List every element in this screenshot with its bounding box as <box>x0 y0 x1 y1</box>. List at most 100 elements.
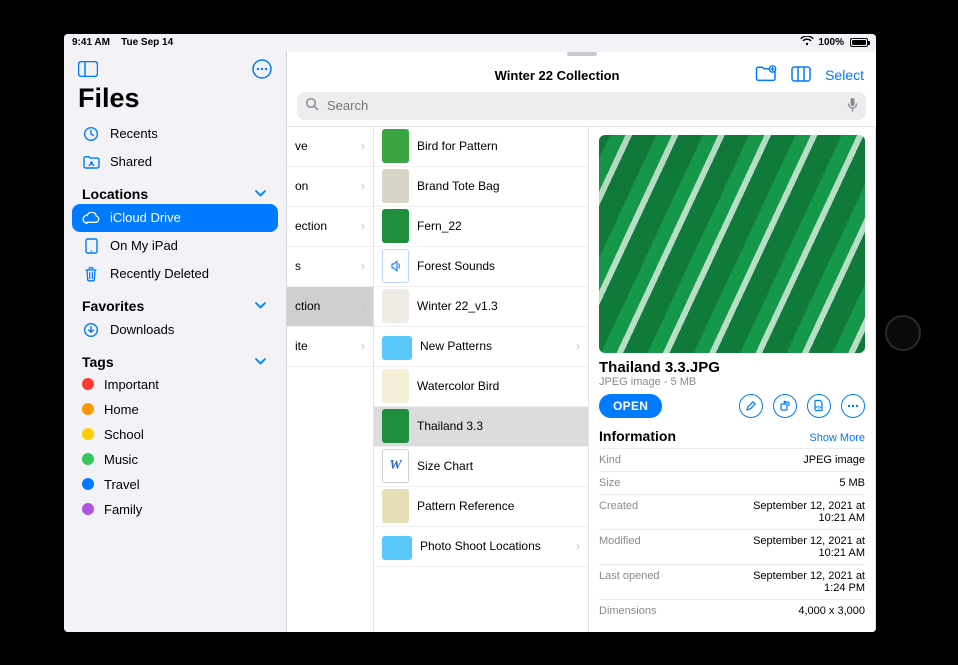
info-value: 5 MB <box>839 477 865 489</box>
sidebar-tag-home[interactable]: Home <box>72 397 278 422</box>
home-button[interactable] <box>885 315 921 351</box>
image-thumb <box>382 209 409 243</box>
sidebar-more-icon[interactable] <box>250 57 274 81</box>
search-bar[interactable] <box>297 92 866 120</box>
row-label: Bird for Pattern <box>417 139 498 153</box>
status-date: Tue Sep 14 <box>121 37 173 48</box>
mic-icon[interactable] <box>847 97 858 115</box>
sidebar-section-favorites[interactable]: Favorites <box>72 288 278 316</box>
row-label: Thailand 3.3 <box>417 419 483 433</box>
info-key: Last opened <box>599 570 660 594</box>
sidebar-on-my-ipad[interactable]: On My iPad <box>72 232 278 260</box>
sidebar-tag-important[interactable]: Important <box>72 372 278 397</box>
file-row[interactable]: Winter 22_v1.3 <box>374 287 588 327</box>
sidebar-section-locations[interactable]: Locations <box>72 176 278 204</box>
search-input[interactable] <box>325 97 841 114</box>
sidebar-tag-family[interactable]: Family <box>72 497 278 522</box>
image-thumb <box>382 129 409 163</box>
info-heading: Information <box>599 428 676 444</box>
pdf-icon[interactable]: PDF <box>807 394 831 418</box>
battery-icon <box>848 38 868 47</box>
tag-dot-icon <box>82 503 94 515</box>
new-folder-icon[interactable] <box>755 65 777 85</box>
sidebar-icloud-drive[interactable]: iCloud Drive <box>72 204 278 232</box>
info-row: CreatedSeptember 12, 2021 at 10:21 AM <box>599 494 865 529</box>
row-label: ction <box>295 299 320 313</box>
open-button[interactable]: OPEN <box>599 394 662 418</box>
sidebar: Files Recents Shared <box>64 52 287 632</box>
tag-dot-icon <box>82 378 94 390</box>
sidebar-tag-travel[interactable]: Travel <box>72 472 278 497</box>
chevron-right-icon: › <box>361 139 365 153</box>
view-mode-icon[interactable] <box>791 66 811 85</box>
file-title: Thailand 3.3.JPG <box>599 359 865 376</box>
file-row[interactable]: Forest Sounds <box>374 247 588 287</box>
sidebar-recently-deleted[interactable]: Recently Deleted <box>72 260 278 288</box>
info-value: September 12, 2021 at 10:21 AM <box>745 535 865 559</box>
file-row[interactable]: New Patterns› <box>374 327 588 367</box>
row-label: Photo Shoot Locations <box>420 539 541 553</box>
sidebar-title: Files <box>64 83 286 120</box>
file-row[interactable]: Bird for Pattern <box>374 127 588 167</box>
window-grabber[interactable] <box>567 52 597 56</box>
tag-dot-icon <box>82 478 94 490</box>
file-row[interactable]: Pattern Reference <box>374 487 588 527</box>
sidebar-recents-label: Recents <box>110 126 158 141</box>
sidebar-tag-school[interactable]: School <box>72 422 278 447</box>
file-row[interactable]: Brand Tote Bag <box>374 167 588 207</box>
column-1: ve›on›ection›s›ction›ite› <box>287 127 374 632</box>
select-button[interactable]: Select <box>825 67 864 83</box>
column-row[interactable]: ve› <box>287 127 373 167</box>
row-label: Fern_22 <box>417 219 462 233</box>
row-label: Forest Sounds <box>417 259 495 273</box>
sidebar-item-label: iCloud Drive <box>110 210 181 225</box>
sidebar-downloads[interactable]: Downloads <box>72 316 278 344</box>
chevron-right-icon: › <box>576 339 580 353</box>
column-row[interactable]: ction › <box>287 287 373 327</box>
file-row[interactable]: Photo Shoot Locations› <box>374 527 588 567</box>
column-row[interactable]: on› <box>287 167 373 207</box>
chevron-down-icon <box>252 298 268 314</box>
file-row[interactable]: WSize Chart <box>374 447 588 487</box>
row-label: s <box>295 259 301 273</box>
file-row[interactable]: Watercolor Bird <box>374 367 588 407</box>
info-key: Dimensions <box>599 605 656 617</box>
download-icon <box>82 321 100 339</box>
info-row: Last opened September 12, 2021 at 1:24 PM <box>599 564 865 599</box>
file-preview[interactable] <box>599 135 865 353</box>
sidebar-item-label: School <box>104 427 144 442</box>
column-row[interactable]: ection› <box>287 207 373 247</box>
search-icon <box>305 97 319 114</box>
status-left: 9:41 AM Tue Sep 14 <box>72 37 173 48</box>
sidebar-recents[interactable]: Recents <box>72 120 278 148</box>
sidebar-tag-music[interactable]: Music <box>72 447 278 472</box>
info-key: Created <box>599 500 638 524</box>
sidebar-section-tags[interactable]: Tags <box>72 344 278 372</box>
markup-icon[interactable] <box>739 394 763 418</box>
file-row[interactable]: Fern_22 <box>374 207 588 247</box>
sidebar-toggle-icon[interactable] <box>76 57 100 81</box>
chevron-right-icon: › <box>361 259 365 273</box>
sidebar-shared[interactable]: Shared <box>72 148 278 176</box>
info-value: 4,000 x 3,000 <box>798 605 865 617</box>
info-row: Modified September 12, 2021 at 10:21 AM <box>599 529 865 564</box>
row-label: on <box>295 179 308 193</box>
chevron-right-icon: › <box>361 299 365 313</box>
show-more-link[interactable]: Show More <box>809 432 865 444</box>
sidebar-shared-label: Shared <box>110 154 152 169</box>
more-actions-icon[interactable] <box>841 394 865 418</box>
doc-icon: W <box>382 449 409 483</box>
info-key: Size <box>599 477 620 489</box>
info-value: September 12, 2021 at 1:24 PM <box>745 570 865 594</box>
info-key: Kind <box>599 454 621 466</box>
image-thumb <box>382 289 409 323</box>
info-row: Dimensions 4,000 x 3,000 <box>599 599 865 622</box>
file-row[interactable]: Thailand 3.3 <box>374 407 588 447</box>
rotate-icon[interactable] <box>773 394 797 418</box>
sidebar-item-label: Home <box>104 402 139 417</box>
status-bar: 9:41 AM Tue Sep 14 100% <box>64 34 876 52</box>
column-row[interactable]: s› <box>287 247 373 287</box>
column-row[interactable]: ite› <box>287 327 373 367</box>
info-key: Modified <box>599 535 641 559</box>
clock-icon <box>82 125 100 143</box>
